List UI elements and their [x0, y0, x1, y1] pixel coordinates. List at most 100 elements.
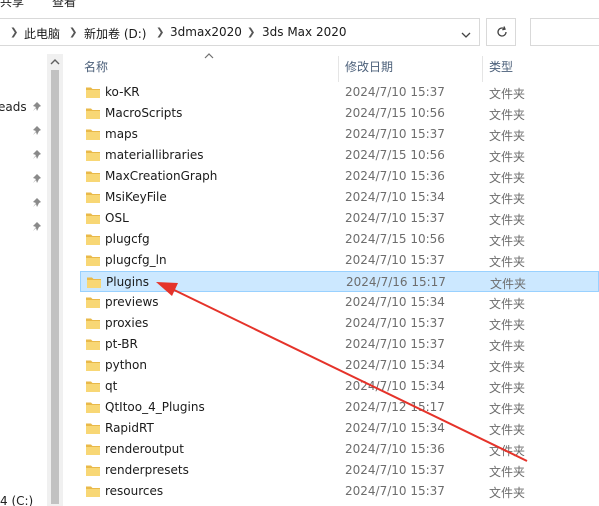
file-type: 文件夹	[489, 108, 526, 122]
pin-icon[interactable]	[31, 101, 43, 113]
chevron-right-icon[interactable]: ❯	[156, 27, 164, 38]
file-row[interactable]: MaxCreationGraph 2024/7/10 15:36 文件夹	[80, 166, 599, 187]
chevron-right-icon[interactable]: ❯	[69, 27, 77, 38]
file-row[interactable]: materiallibraries 2024/7/15 10:56 文件夹	[80, 145, 599, 166]
file-row[interactable]: QtItoo_4_Plugins 2024/7/12 15:17 文件夹	[80, 397, 599, 418]
file-modified: 2024/7/10 15:34	[345, 190, 445, 204]
file-name[interactable]: plugcfg_ln	[105, 253, 167, 267]
file-type: 文件夹	[489, 360, 526, 374]
file-modified: 2024/7/10 15:34	[345, 379, 445, 393]
file-name[interactable]: renderpresets	[105, 463, 189, 477]
file-modified: 2024/7/15 10:56	[345, 148, 445, 162]
column-header-name[interactable]: 名称	[84, 58, 108, 80]
nav-scrollbar[interactable]	[47, 54, 63, 506]
file-type: 文件夹	[489, 171, 526, 185]
nav-item-downloads[interactable]: eads	[0, 100, 27, 114]
file-name[interactable]: Plugins	[106, 275, 149, 289]
file-name[interactable]: qt	[105, 379, 117, 393]
file-modified: 2024/7/12 15:17	[345, 400, 445, 414]
file-row[interactable]: ko-KR 2024/7/10 15:37 文件夹	[80, 82, 599, 103]
file-name[interactable]: proxies	[105, 316, 148, 330]
pin-icon[interactable]	[31, 197, 43, 209]
file-modified: 2024/7/10 15:34	[345, 421, 445, 435]
refresh-button[interactable]	[486, 18, 516, 46]
file-name[interactable]: OSL	[105, 211, 129, 225]
file-modified: 2024/7/16 15:17	[346, 275, 446, 289]
file-name[interactable]: MsiKeyFile	[105, 190, 167, 204]
file-name[interactable]: MaxCreationGraph	[105, 169, 217, 183]
folder-icon	[86, 297, 100, 308]
file-row[interactable]: MacroScripts 2024/7/15 10:56 文件夹	[80, 103, 599, 124]
file-type: 文件夹	[489, 465, 526, 479]
file-row[interactable]: Plugins 2024/7/16 15:17 文件夹	[80, 271, 599, 292]
file-modified: 2024/7/10 15:34	[345, 295, 445, 309]
file-modified: 2024/7/10 15:34	[345, 358, 445, 372]
column-header-type[interactable]: 类型	[489, 58, 513, 80]
file-modified: 2024/7/10 15:37	[345, 316, 445, 330]
chevron-right-icon[interactable]: ❯	[247, 27, 255, 38]
file-row[interactable]: OSL 2024/7/10 15:37 文件夹	[80, 208, 599, 229]
file-row[interactable]: proxies 2024/7/10 15:37 文件夹	[80, 313, 599, 334]
file-row[interactable]: renderoutput 2024/7/10 15:36 文件夹	[80, 439, 599, 460]
file-row[interactable]: plugcfg 2024/7/15 10:56 文件夹	[80, 229, 599, 250]
file-name[interactable]: plugcfg	[105, 232, 150, 246]
file-row[interactable]: pt-BR 2024/7/10 15:37 文件夹	[80, 334, 599, 355]
column-header-modified[interactable]: 修改日期	[345, 58, 393, 80]
breadcrumb-3dsmax2020[interactable]: 3ds Max 2020	[262, 25, 346, 39]
file-type: 文件夹	[489, 150, 526, 164]
file-row[interactable]: renderpresets 2024/7/10 15:37 文件夹	[80, 460, 599, 481]
file-type: 文件夹	[489, 213, 526, 227]
chevron-down-icon[interactable]	[458, 27, 474, 43]
file-name[interactable]: ko-KR	[105, 85, 140, 99]
file-type: 文件夹	[489, 192, 526, 206]
pin-icon[interactable]	[31, 173, 43, 185]
pin-icon[interactable]	[31, 125, 43, 137]
file-name[interactable]: resources	[105, 484, 163, 498]
chevron-up-icon	[204, 53, 214, 59]
file-name[interactable]: renderoutput	[105, 442, 184, 456]
file-modified: 2024/7/10 15:36	[345, 169, 445, 183]
file-modified: 2024/7/10 15:37	[345, 127, 445, 141]
file-row[interactable]: maps 2024/7/10 15:37 文件夹	[80, 124, 599, 145]
folder-icon	[86, 87, 100, 98]
file-name[interactable]: QtItoo_4_Plugins	[105, 400, 205, 414]
address-bar[interactable]: ❯ 此电脑 ❯ 新加卷 (D:) ❯ 3dmax2020 ❯ 3ds Max 2…	[0, 18, 480, 46]
file-type: 文件夹	[489, 444, 526, 458]
file-name[interactable]: python	[105, 358, 147, 372]
folder-icon	[86, 213, 100, 224]
file-modified: 2024/7/15 10:56	[345, 232, 445, 246]
file-modified: 2024/7/10 15:37	[345, 484, 445, 498]
folder-icon	[86, 318, 100, 329]
column-divider[interactable]	[482, 56, 483, 82]
breadcrumb-this-pc[interactable]: 此电脑	[24, 25, 60, 42]
folder-icon	[86, 444, 100, 455]
breadcrumb-drive-d[interactable]: 新加卷 (D:)	[84, 25, 146, 42]
chevron-right-icon[interactable]: ❯	[10, 27, 18, 38]
nav-scrollbar-thumb[interactable]	[51, 70, 59, 504]
pin-icon[interactable]	[31, 149, 43, 161]
column-divider[interactable]	[338, 56, 339, 82]
file-row[interactable]: qt 2024/7/10 15:34 文件夹	[80, 376, 599, 397]
nav-item-drive-c[interactable]: 4 (C:)	[0, 494, 33, 506]
search-input[interactable]	[530, 18, 599, 46]
folder-icon	[86, 108, 100, 119]
file-name[interactable]: materiallibraries	[105, 148, 204, 162]
file-row[interactable]: plugcfg_ln 2024/7/10 15:37 文件夹	[80, 250, 599, 271]
file-name[interactable]: pt-BR	[105, 337, 138, 351]
file-row[interactable]: python 2024/7/10 15:34 文件夹	[80, 355, 599, 376]
file-row[interactable]: previews 2024/7/10 15:34 文件夹	[80, 292, 599, 313]
file-row[interactable]: resources 2024/7/10 15:37 文件夹	[80, 481, 599, 502]
file-name[interactable]: MacroScripts	[105, 106, 182, 120]
pin-icon[interactable]	[31, 221, 43, 233]
menu-item-view[interactable]: 查看	[52, 0, 76, 10]
file-row[interactable]: MsiKeyFile 2024/7/10 15:34 文件夹	[80, 187, 599, 208]
file-name[interactable]: RapidRT	[105, 421, 154, 435]
file-row[interactable]: RapidRT 2024/7/10 15:34 文件夹	[80, 418, 599, 439]
file-name[interactable]: maps	[105, 127, 138, 141]
navigation-pane: eads 4 (C:)	[0, 54, 63, 506]
breadcrumb-3dmax2020[interactable]: 3dmax2020	[170, 25, 242, 39]
chevron-up-icon[interactable]	[50, 58, 60, 66]
folder-icon	[86, 423, 100, 434]
file-name[interactable]: previews	[105, 295, 159, 309]
menu-item-share[interactable]: 共享	[0, 0, 24, 10]
